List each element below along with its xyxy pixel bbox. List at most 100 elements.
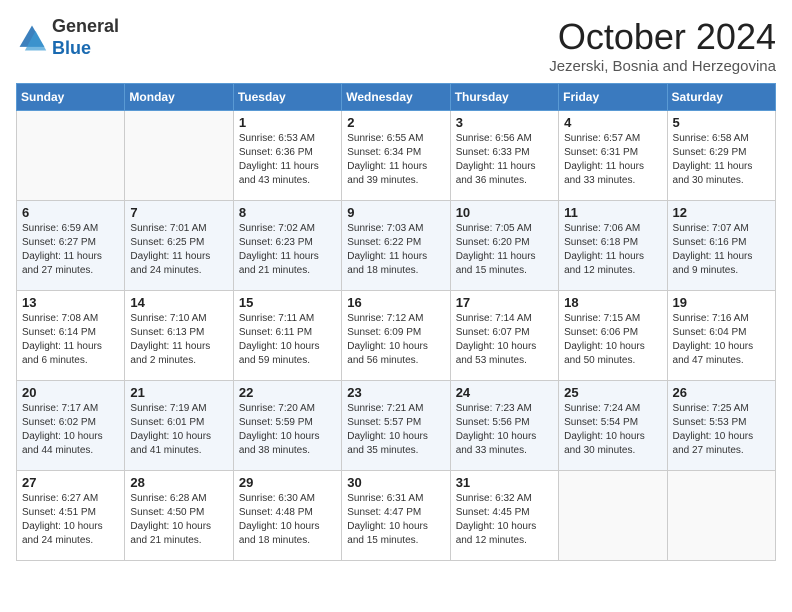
logo-blue: Blue <box>52 38 91 58</box>
calendar-cell: 31 Sunrise: 6:32 AMSunset: 4:45 PMDaylig… <box>450 471 558 561</box>
calendar-week-row: 20 Sunrise: 7:17 AMSunset: 6:02 PMDaylig… <box>17 381 776 471</box>
day-number: 19 <box>673 295 770 310</box>
calendar-cell: 24 Sunrise: 7:23 AMSunset: 5:56 PMDaylig… <box>450 381 558 471</box>
header-saturday: Saturday <box>667 84 775 111</box>
day-number: 7 <box>130 205 227 220</box>
calendar-cell: 4 Sunrise: 6:57 AMSunset: 6:31 PMDayligh… <box>559 111 667 201</box>
header-monday: Monday <box>125 84 233 111</box>
day-info: Sunrise: 7:10 AMSunset: 6:13 PMDaylight:… <box>130 312 227 368</box>
day-number: 3 <box>456 115 553 130</box>
day-number: 22 <box>239 385 336 400</box>
day-number: 25 <box>564 385 661 400</box>
header-friday: Friday <box>559 84 667 111</box>
calendar-cell: 27 Sunrise: 6:27 AMSunset: 4:51 PMDaylig… <box>17 471 125 561</box>
calendar-cell: 13 Sunrise: 7:08 AMSunset: 6:14 PMDaylig… <box>17 291 125 381</box>
day-info: Sunrise: 6:30 AMSunset: 4:48 PMDaylight:… <box>239 492 336 548</box>
calendar-week-row: 27 Sunrise: 6:27 AMSunset: 4:51 PMDaylig… <box>17 471 776 561</box>
calendar-cell: 19 Sunrise: 7:16 AMSunset: 6:04 PMDaylig… <box>667 291 775 381</box>
calendar-table: SundayMondayTuesdayWednesdayThursdayFrid… <box>16 83 776 561</box>
day-info: Sunrise: 7:25 AMSunset: 5:53 PMDaylight:… <box>673 402 770 458</box>
day-info: Sunrise: 7:07 AMSunset: 6:16 PMDaylight:… <box>673 222 770 278</box>
day-number: 8 <box>239 205 336 220</box>
calendar-cell <box>559 471 667 561</box>
day-number: 29 <box>239 475 336 490</box>
calendar-cell: 7 Sunrise: 7:01 AMSunset: 6:25 PMDayligh… <box>125 201 233 291</box>
day-number: 14 <box>130 295 227 310</box>
day-number: 27 <box>22 475 119 490</box>
page-header: General Blue October 2024 Jezerski, Bosn… <box>16 16 776 75</box>
calendar-cell: 21 Sunrise: 7:19 AMSunset: 6:01 PMDaylig… <box>125 381 233 471</box>
calendar-cell: 30 Sunrise: 6:31 AMSunset: 4:47 PMDaylig… <box>342 471 450 561</box>
day-info: Sunrise: 6:53 AMSunset: 6:36 PMDaylight:… <box>239 132 336 188</box>
calendar-header-row: SundayMondayTuesdayWednesdayThursdayFrid… <box>17 84 776 111</box>
day-number: 30 <box>347 475 444 490</box>
calendar-cell <box>667 471 775 561</box>
day-info: Sunrise: 7:02 AMSunset: 6:23 PMDaylight:… <box>239 222 336 278</box>
calendar-cell: 5 Sunrise: 6:58 AMSunset: 6:29 PMDayligh… <box>667 111 775 201</box>
day-number: 13 <box>22 295 119 310</box>
day-info: Sunrise: 7:08 AMSunset: 6:14 PMDaylight:… <box>22 312 119 368</box>
day-info: Sunrise: 7:15 AMSunset: 6:06 PMDaylight:… <box>564 312 661 368</box>
header-thursday: Thursday <box>450 84 558 111</box>
day-info: Sunrise: 7:19 AMSunset: 6:01 PMDaylight:… <box>130 402 227 458</box>
day-number: 11 <box>564 205 661 220</box>
day-info: Sunrise: 6:27 AMSunset: 4:51 PMDaylight:… <box>22 492 119 548</box>
day-number: 10 <box>456 205 553 220</box>
calendar-week-row: 13 Sunrise: 7:08 AMSunset: 6:14 PMDaylig… <box>17 291 776 381</box>
day-number: 15 <box>239 295 336 310</box>
day-info: Sunrise: 7:05 AMSunset: 6:20 PMDaylight:… <box>456 222 553 278</box>
calendar-cell: 3 Sunrise: 6:56 AMSunset: 6:33 PMDayligh… <box>450 111 558 201</box>
day-info: Sunrise: 7:06 AMSunset: 6:18 PMDaylight:… <box>564 222 661 278</box>
day-number: 4 <box>564 115 661 130</box>
title-block: October 2024 Jezerski, Bosnia and Herzeg… <box>549 16 776 75</box>
calendar-cell: 10 Sunrise: 7:05 AMSunset: 6:20 PMDaylig… <box>450 201 558 291</box>
calendar-week-row: 1 Sunrise: 6:53 AMSunset: 6:36 PMDayligh… <box>17 111 776 201</box>
day-info: Sunrise: 6:55 AMSunset: 6:34 PMDaylight:… <box>347 132 444 188</box>
calendar-cell: 16 Sunrise: 7:12 AMSunset: 6:09 PMDaylig… <box>342 291 450 381</box>
day-info: Sunrise: 6:56 AMSunset: 6:33 PMDaylight:… <box>456 132 553 188</box>
logo-icon <box>16 22 48 54</box>
day-info: Sunrise: 7:21 AMSunset: 5:57 PMDaylight:… <box>347 402 444 458</box>
calendar-cell: 15 Sunrise: 7:11 AMSunset: 6:11 PMDaylig… <box>233 291 341 381</box>
calendar-cell: 29 Sunrise: 6:30 AMSunset: 4:48 PMDaylig… <box>233 471 341 561</box>
calendar-cell <box>125 111 233 201</box>
calendar-cell: 23 Sunrise: 7:21 AMSunset: 5:57 PMDaylig… <box>342 381 450 471</box>
month-title: October 2024 <box>549 16 776 58</box>
day-number: 18 <box>564 295 661 310</box>
day-info: Sunrise: 7:14 AMSunset: 6:07 PMDaylight:… <box>456 312 553 368</box>
day-info: Sunrise: 6:31 AMSunset: 4:47 PMDaylight:… <box>347 492 444 548</box>
day-info: Sunrise: 7:03 AMSunset: 6:22 PMDaylight:… <box>347 222 444 278</box>
calendar-cell: 20 Sunrise: 7:17 AMSunset: 6:02 PMDaylig… <box>17 381 125 471</box>
day-number: 21 <box>130 385 227 400</box>
day-number: 23 <box>347 385 444 400</box>
day-info: Sunrise: 7:16 AMSunset: 6:04 PMDaylight:… <box>673 312 770 368</box>
day-info: Sunrise: 6:59 AMSunset: 6:27 PMDaylight:… <box>22 222 119 278</box>
day-number: 1 <box>239 115 336 130</box>
calendar-cell: 18 Sunrise: 7:15 AMSunset: 6:06 PMDaylig… <box>559 291 667 381</box>
day-number: 20 <box>22 385 119 400</box>
calendar-week-row: 6 Sunrise: 6:59 AMSunset: 6:27 PMDayligh… <box>17 201 776 291</box>
day-number: 28 <box>130 475 227 490</box>
calendar-cell: 28 Sunrise: 6:28 AMSunset: 4:50 PMDaylig… <box>125 471 233 561</box>
logo-general: General <box>52 16 119 36</box>
calendar-cell <box>17 111 125 201</box>
logo-text: General Blue <box>52 16 119 59</box>
calendar-cell: 11 Sunrise: 7:06 AMSunset: 6:18 PMDaylig… <box>559 201 667 291</box>
calendar-body: 1 Sunrise: 6:53 AMSunset: 6:36 PMDayligh… <box>17 111 776 561</box>
calendar-cell: 12 Sunrise: 7:07 AMSunset: 6:16 PMDaylig… <box>667 201 775 291</box>
calendar-cell: 25 Sunrise: 7:24 AMSunset: 5:54 PMDaylig… <box>559 381 667 471</box>
header-sunday: Sunday <box>17 84 125 111</box>
logo: General Blue <box>16 16 119 59</box>
day-info: Sunrise: 6:32 AMSunset: 4:45 PMDaylight:… <box>456 492 553 548</box>
day-number: 17 <box>456 295 553 310</box>
day-info: Sunrise: 7:01 AMSunset: 6:25 PMDaylight:… <box>130 222 227 278</box>
day-number: 6 <box>22 205 119 220</box>
day-info: Sunrise: 6:57 AMSunset: 6:31 PMDaylight:… <box>564 132 661 188</box>
calendar-cell: 2 Sunrise: 6:55 AMSunset: 6:34 PMDayligh… <box>342 111 450 201</box>
calendar-cell: 26 Sunrise: 7:25 AMSunset: 5:53 PMDaylig… <box>667 381 775 471</box>
header-wednesday: Wednesday <box>342 84 450 111</box>
calendar-cell: 17 Sunrise: 7:14 AMSunset: 6:07 PMDaylig… <box>450 291 558 381</box>
day-info: Sunrise: 7:24 AMSunset: 5:54 PMDaylight:… <box>564 402 661 458</box>
day-number: 31 <box>456 475 553 490</box>
day-info: Sunrise: 7:11 AMSunset: 6:11 PMDaylight:… <box>239 312 336 368</box>
